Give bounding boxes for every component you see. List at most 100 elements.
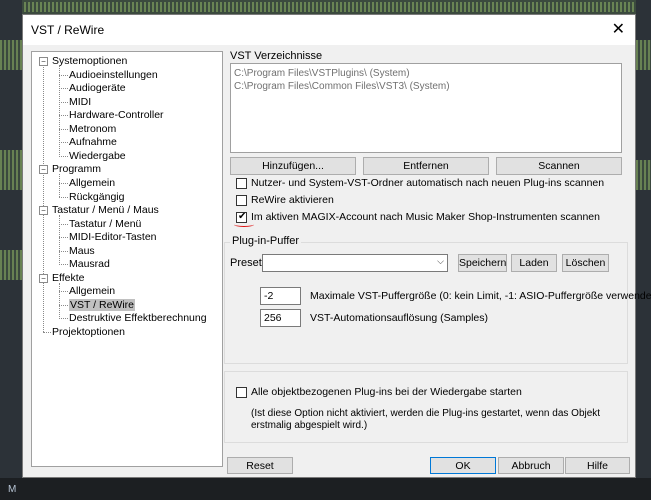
save-preset-button[interactable]: Speichern — [458, 254, 507, 272]
add-directory-button[interactable]: Hinzufügen... — [230, 157, 356, 175]
tree-item-label: Destruktive Effektberechnung — [69, 312, 207, 325]
plugin-buffer-label: Plug-in-Puffer — [230, 235, 302, 247]
chevron-down-icon: ⌵ — [437, 256, 444, 266]
object-plugins-checkbox[interactable] — [236, 387, 247, 398]
background-waveform — [0, 150, 22, 190]
background-waveform — [636, 40, 651, 70]
tree-item[interactable]: Aufnahme — [69, 136, 117, 149]
background-track-label: M — [8, 484, 17, 495]
list-item[interactable]: C:\Program Files\VSTPlugins\ (System) — [234, 68, 410, 79]
tree-item[interactable]: Audioeinstellungen — [69, 69, 158, 82]
tree-item-label: Rückgängig — [69, 190, 125, 203]
vst-directories-list[interactable]: C:\Program Files\VSTPlugins\ (System) C:… — [230, 63, 622, 153]
collapse-icon[interactable]: − — [39, 57, 48, 66]
background-right-tracks — [636, 0, 651, 500]
magix-scan-label: Im aktiven MAGIX-Account nach Music Make… — [251, 211, 600, 223]
tree-item[interactable]: Wiedergabe — [69, 150, 126, 163]
tree-item[interactable]: MIDI — [69, 96, 91, 109]
object-plugins-group — [224, 371, 628, 443]
ok-button[interactable]: OK — [430, 457, 496, 474]
reset-button[interactable]: Reset — [227, 457, 293, 474]
tree-connector — [59, 74, 68, 76]
automation-resolution-label: VST-Automationsauflösung (Samples) — [310, 312, 489, 324]
object-plugins-note-2: erstmalig abgespielt wird.) — [251, 420, 368, 431]
collapse-icon[interactable]: − — [39, 165, 48, 175]
background-waveform — [0, 2, 651, 12]
tree-item-label: Audioeinstellungen — [69, 68, 158, 81]
tree-item[interactable]: Maus — [69, 245, 95, 258]
max-buffer-label: Maximale VST-Puffergröße (0: kein Limit,… — [310, 290, 651, 302]
tree-item[interactable]: VST / ReWire — [69, 298, 135, 312]
tree-item-label: Mausrad — [69, 258, 110, 271]
tree-item[interactable]: Allgemein — [69, 177, 115, 190]
tree-connector — [59, 155, 68, 157]
settings-panel: VST Verzeichnisse C:\Program Files\VSTPl… — [224, 50, 651, 467]
remove-directory-button[interactable]: Entfernen — [363, 157, 489, 175]
tree-connector — [59, 291, 68, 293]
tree-item[interactable]: Rückgängig — [69, 191, 124, 204]
tree-item[interactable]: Programm — [52, 163, 101, 176]
vst-rewire-dialog: VST / ReWire ✕ − Systemoptionen Audioeinst… — [22, 14, 651, 478]
tree-item[interactable]: Systemoptionen — [52, 55, 127, 68]
tree-connector — [59, 174, 60, 198]
tree-item[interactable]: Destruktive Effektberechnung — [69, 312, 207, 325]
tree-item[interactable]: Metronom — [69, 123, 116, 136]
tree-item-label: Allgemein — [69, 176, 116, 189]
list-item[interactable]: C:\Program Files\Common Files\VST3\ (Sys… — [234, 81, 450, 92]
collapse-icon[interactable]: − — [39, 273, 48, 283]
tree-connector — [43, 61, 44, 332]
tree-item[interactable]: Tastatur / Menü / Maus — [52, 204, 159, 217]
options-tree[interactable]: − Systemoptionen Audioeinstellungen Audioge… — [31, 51, 223, 467]
tree-item[interactable]: Hardware-Controller — [69, 109, 164, 122]
tree-connector — [59, 223, 68, 225]
scan-button[interactable]: Scannen — [496, 157, 622, 175]
tree-item-label: Projektoptionen — [52, 326, 125, 338]
tree-item-label: MIDI-Editor-Tasten — [69, 231, 157, 244]
tree-connector — [59, 142, 68, 144]
tree-connector — [59, 128, 68, 130]
delete-preset-button[interactable]: Löschen — [562, 254, 609, 272]
tree-item-label: Maus — [69, 244, 95, 257]
preset-label: Preset: — [230, 257, 265, 269]
tree-item-label: Allgemein — [69, 285, 116, 298]
tree-connector — [59, 88, 68, 90]
close-icon[interactable]: ✕ — [612, 19, 625, 39]
help-button[interactable]: Hilfe — [565, 457, 630, 474]
cancel-button[interactable]: Abbruch — [498, 457, 564, 474]
tree-item[interactable]: MIDI-Editor-Tasten — [69, 231, 157, 244]
tree-item-label: Hardware-Controller — [69, 109, 164, 122]
tree-item-label: Systemoptionen — [52, 55, 128, 67]
tree-item-label: VST / ReWire — [69, 298, 135, 311]
checkmark-icon: ✔ — [238, 211, 247, 222]
tree-item[interactable]: Effekte — [52, 272, 85, 285]
tree-item[interactable]: Mausrad — [69, 258, 110, 271]
tree-item[interactable]: Projektoptionen — [52, 326, 125, 339]
tree-item[interactable]: Audiogeräte — [69, 82, 126, 95]
rewire-checkbox[interactable] — [236, 195, 247, 206]
vst-directories-label: VST Verzeichnisse — [230, 50, 323, 62]
preset-dropdown[interactable]: ⌵ — [262, 254, 448, 272]
tree-connector — [59, 215, 60, 266]
tree-item-label: Tastatur / Menü / Maus — [52, 204, 159, 217]
background-transport — [0, 478, 651, 500]
auto-scan-checkbox[interactable] — [236, 178, 247, 189]
object-plugins-label: Alle objektbezogenen Plug-ins bei der Wi… — [251, 386, 522, 398]
automation-resolution-input[interactable]: 256 — [260, 309, 301, 327]
tree-item[interactable]: Tastatur / Menü — [69, 218, 141, 231]
max-buffer-input[interactable]: -2 — [260, 287, 301, 305]
object-plugins-note-1: (Ist diese Option nicht aktiviert, werde… — [251, 408, 601, 419]
tree-connector — [59, 318, 68, 320]
background-waveform — [0, 250, 22, 280]
title-bar: VST / ReWire ✕ — [23, 15, 635, 45]
red-annotation-mark — [234, 222, 254, 227]
load-preset-button[interactable]: Laden — [511, 254, 557, 272]
tree-item[interactable]: Allgemein — [69, 285, 115, 298]
tree-connector — [59, 101, 68, 103]
tree-connector — [59, 237, 68, 239]
tree-connector — [59, 304, 68, 306]
window-title: VST / ReWire — [31, 23, 105, 37]
tree-item-label: Metronom — [69, 122, 117, 135]
collapse-icon[interactable]: − — [39, 206, 48, 216]
tree-connector — [59, 250, 68, 252]
tree-connector — [59, 264, 68, 266]
